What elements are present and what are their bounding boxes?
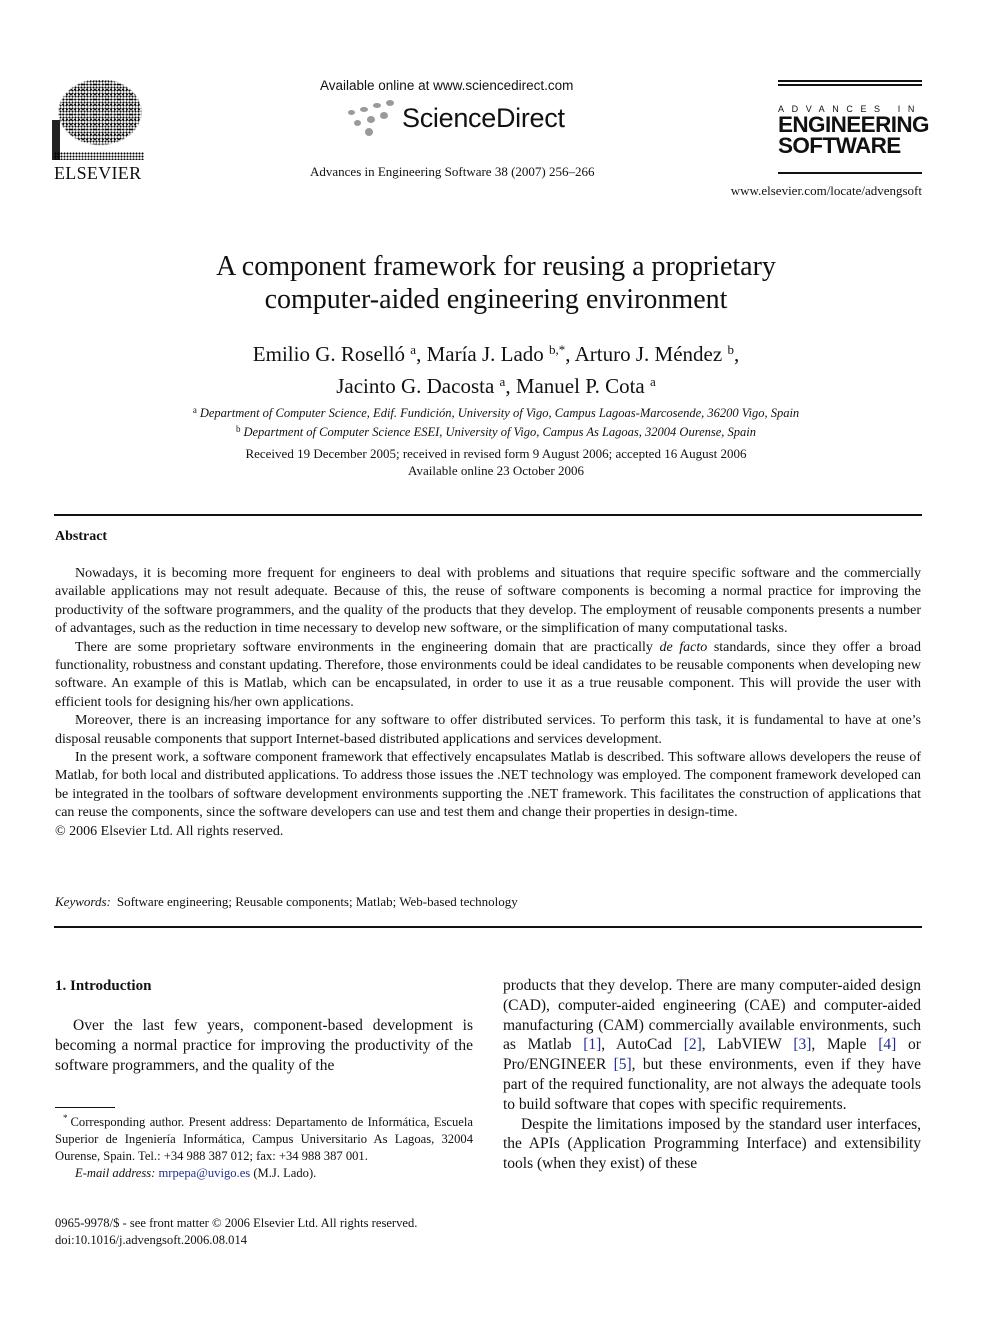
citation-link[interactable]: [4] xyxy=(878,1036,896,1053)
section-heading: 1. Introduction xyxy=(55,978,152,994)
keywords-label: Keywords: xyxy=(55,894,111,909)
body-paragraph: Over the last few years, component-based… xyxy=(55,1017,473,1074)
abstract-body: Nowadays, it is becoming more frequent f… xyxy=(55,565,921,841)
abstract-paragraph: There are some proprietary software envi… xyxy=(55,639,921,713)
abstract-copyright: © 2006 Elsevier Ltd. All rights reserved… xyxy=(55,823,284,839)
footnote-body: Corresponding author. Present address: D… xyxy=(55,1115,473,1163)
author-affiliation-mark: b,* xyxy=(549,342,566,357)
sciencedirect-dot-icon xyxy=(386,100,394,106)
author-separator: , xyxy=(505,374,516,398)
doi-line: doi:10.1016/j.advengsoft.2006.08.014 xyxy=(55,1233,248,1247)
abstract-bottom-rule xyxy=(54,926,922,928)
abstract-text: There are some proprietary software envi… xyxy=(75,639,660,655)
citation-link[interactable]: [1] xyxy=(583,1036,601,1053)
journal-logo: ADVANCES IN ENGINEERING SOFTWARE xyxy=(778,80,930,158)
sciencedirect-dot-icon xyxy=(367,116,375,123)
keywords-list: Software engineering; Reusable component… xyxy=(116,894,518,909)
abstract-italic-text: de facto xyxy=(659,639,708,655)
affiliation-mark: b xyxy=(235,424,241,434)
sciencedirect-logo: ScienceDirect xyxy=(346,100,586,142)
journal-logo-bottom-rule xyxy=(778,172,922,174)
available-online-text: Available online at www.sciencedirect.co… xyxy=(320,78,574,93)
journal-url[interactable]: www.elsevier.com/locate/advengsoft xyxy=(731,183,922,199)
body-paragraph: products that they develop. There are ma… xyxy=(503,976,921,1115)
affiliation-a: a Department of Computer Science, Edif. F… xyxy=(0,402,992,421)
author-line-2: Jacinto G. Dacosta a, Manuel P. Cota a xyxy=(0,368,992,400)
body-left-column: 1. Introduction Over the last few years,… xyxy=(55,976,473,1075)
footnote-text: * Corresponding author. Present address: … xyxy=(55,1110,473,1164)
sciencedirect-dot-icon xyxy=(354,120,361,126)
sciencedirect-wordmark: ScienceDirect xyxy=(402,103,565,133)
journal-logo-rule xyxy=(778,84,922,86)
author-name: Jacinto G. Dacosta xyxy=(336,374,495,398)
email-link[interactable]: mrpepa@uvigo.es xyxy=(159,1166,251,1180)
sciencedirect-dot-icon xyxy=(348,110,355,115)
body-paragraph: Despite the limitations imposed by the s… xyxy=(503,1115,921,1173)
author-name: Manuel P. Cota xyxy=(515,374,645,398)
body-right-column: products that they develop. There are ma… xyxy=(503,976,921,1174)
affiliation-text: Department of Computer Science, Edif. Fu… xyxy=(199,406,800,420)
available-online-date: Available online 23 October 2006 xyxy=(408,463,584,478)
journal-logo-rule xyxy=(778,80,922,82)
article-title-line2: computer-aided engineering environment xyxy=(264,284,728,315)
author-line-1: Emilio G. Roselló a, María J. Lado b,*, … xyxy=(0,336,992,368)
abstract-top-rule xyxy=(54,514,922,516)
body-text: , Maple xyxy=(811,1036,879,1054)
journal-logo-line1: ENGINEERING xyxy=(778,112,930,137)
email-label: E-mail address: xyxy=(75,1166,156,1181)
front-matter: 0965-9978/$ - see front matter © 2006 El… xyxy=(55,1215,475,1249)
footnote-email-line: E-mail address: mrpepa@uvigo.es (M.J. La… xyxy=(55,1165,473,1182)
keywords: Keywords: Software engineering; Reusable … xyxy=(55,894,518,910)
author-name: María J. Lado xyxy=(426,342,544,366)
citation-link[interactable]: [3] xyxy=(793,1036,811,1053)
sciencedirect-dot-icon xyxy=(380,112,388,119)
author-name: Arturo J. Méndez xyxy=(574,342,723,366)
email-suffix: (M.J. Lado). xyxy=(250,1166,317,1181)
abstract-paragraph: Moreover, there is an increasing importa… xyxy=(55,713,921,747)
footnote-rule xyxy=(55,1107,115,1108)
citation-link[interactable]: [2] xyxy=(684,1036,702,1053)
author-affiliation-mark: a xyxy=(649,374,656,389)
sciencedirect-dot-icon xyxy=(365,128,373,136)
sciencedirect-dot-icon xyxy=(373,103,381,108)
body-text: , AutoCad xyxy=(601,1036,684,1054)
article-dates: Received 19 December 2005; received in r… xyxy=(0,445,992,479)
body-text: , LabVIEW xyxy=(701,1036,794,1054)
author-name: Emilio G. Roselló xyxy=(252,342,406,366)
footnote: * Corresponding author. Present address: … xyxy=(55,1110,473,1182)
sciencedirect-dot-icon xyxy=(360,107,368,112)
affiliations: a Department of Computer Science, Edif. F… xyxy=(0,402,992,440)
publisher-name: ELSEVIER xyxy=(54,163,142,183)
article-title: A component framework for reusing a prop… xyxy=(0,250,992,316)
author-separator: , xyxy=(416,342,427,366)
citation-link[interactable]: [5] xyxy=(614,1056,632,1073)
abstract-paragraph: Nowadays, it is becoming more frequent f… xyxy=(55,566,921,637)
author-separator: , xyxy=(733,342,740,366)
elsevier-tree-ground xyxy=(54,152,144,160)
affiliation-b: b Department of Computer Science ESEI, Un… xyxy=(0,421,992,440)
elsevier-tree-icon xyxy=(56,80,144,160)
issn-line: 0965-9978/$ - see front matter © 2006 El… xyxy=(55,1216,418,1230)
affiliation-mark: a xyxy=(192,405,197,415)
journal-reference: Advances in Engineering Software 38 (200… xyxy=(310,164,595,179)
affiliation-text: Department of Computer Science ESEI, Uni… xyxy=(243,425,757,439)
article-title-line1: A component framework for reusing a prop… xyxy=(216,251,776,282)
author-list: Emilio G. Roselló a, María J. Lado b,*, … xyxy=(0,336,992,400)
author-separator: , xyxy=(565,342,575,366)
abstract-paragraph: In the present work, a software componen… xyxy=(55,750,921,821)
footnote-mark: * xyxy=(63,1113,68,1123)
received-dates: Received 19 December 2005; received in r… xyxy=(245,446,747,461)
abstract-heading: Abstract xyxy=(55,529,108,544)
journal-logo-line2: SOFTWARE xyxy=(778,133,901,158)
